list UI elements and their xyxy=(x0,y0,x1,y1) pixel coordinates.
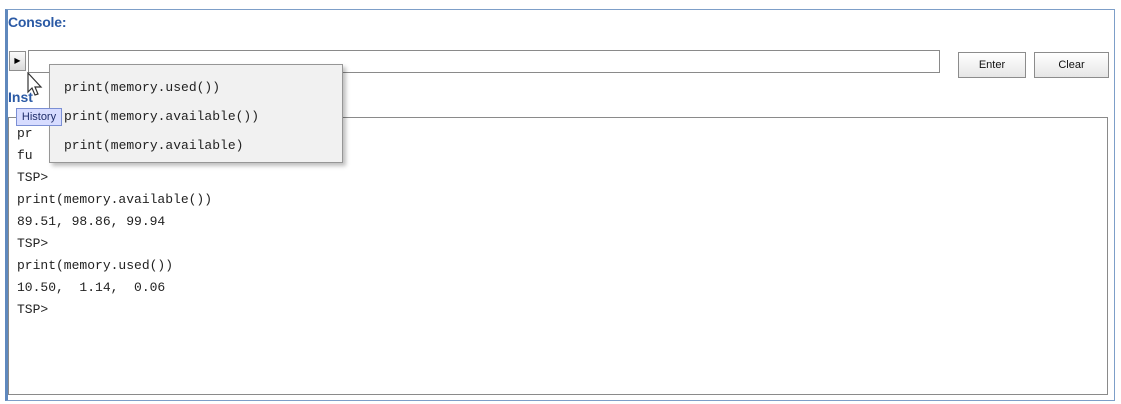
clear-button[interactable]: Clear xyxy=(1034,52,1109,78)
output-line: print(memory.available()) xyxy=(17,192,213,207)
enter-button[interactable]: Enter xyxy=(958,52,1026,78)
history-item[interactable]: print(memory.available) xyxy=(50,131,342,160)
output-line: 10.50, 1.14, 0.06 xyxy=(17,280,166,295)
output-line: print(memory.used()) xyxy=(17,258,174,273)
history-item[interactable]: print(memory.available()) xyxy=(50,102,342,131)
mouse-cursor-icon xyxy=(27,72,43,96)
output-line: TSP> xyxy=(17,302,49,317)
history-item[interactable]: print(memory.used()) xyxy=(50,73,342,102)
console-title: Console: xyxy=(8,14,67,30)
output-line: TSP> xyxy=(17,170,49,185)
history-tooltip: History xyxy=(16,108,62,126)
triangle-right-icon: ▶ xyxy=(14,56,21,65)
history-button[interactable]: ▶ xyxy=(9,51,26,71)
output-line: TSP> xyxy=(17,236,49,251)
history-popup: print(memory.used()) print(memory.availa… xyxy=(49,64,343,163)
output-line: 89.51, 98.86, 99.94 xyxy=(17,214,166,229)
